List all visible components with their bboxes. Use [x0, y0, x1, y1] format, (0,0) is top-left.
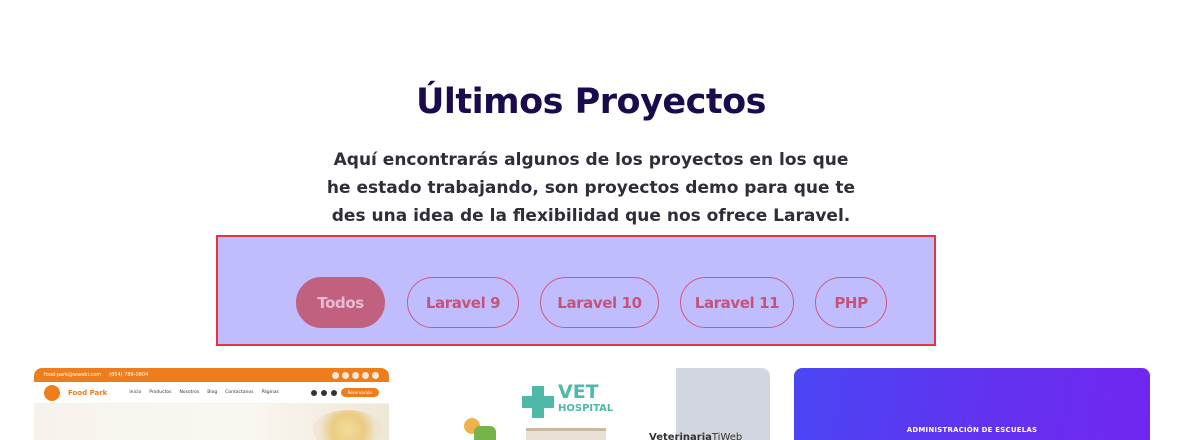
filter-laravel-9-button[interactable]: Laravel 9: [407, 277, 519, 328]
vet-logo-text: VET: [558, 381, 599, 403]
vet-caption-suffix: TiWeb: [711, 432, 743, 440]
topbar-email: food-park@wwebi.com: [44, 372, 102, 378]
nav-icons: Reservación: [310, 388, 379, 397]
project-card-vet-hospital[interactable]: VET HOSPITAL VeterinariaTiWeb: [412, 368, 770, 440]
project-card-food-park[interactable]: food-park@wwebi.com (654) 789-0804 Food …: [34, 368, 389, 440]
vet-caption: VeterinariaTiWeb: [649, 432, 742, 440]
card-hero-image: [34, 404, 389, 440]
vet-mascot-image: [460, 412, 502, 440]
social-icon: [362, 371, 369, 379]
nav-item: Productos: [149, 390, 172, 395]
brand-name: Food Park: [68, 388, 108, 397]
social-icon: [332, 371, 339, 379]
filter-laravel-11-button[interactable]: Laravel 11: [680, 277, 794, 328]
section-subtitle: Aquí encontrarás algunos de los proyecto…: [326, 150, 856, 226]
food-park-logo-icon: [44, 384, 60, 401]
project-card-school-admin[interactable]: ADMINISTRACIÓN DE ESCUELAS: [794, 368, 1150, 440]
search-icon: [310, 389, 317, 396]
filter-todos-button[interactable]: Todos: [296, 277, 385, 328]
filter-php-button[interactable]: PHP: [815, 277, 887, 328]
nav-item: Nosotros: [179, 390, 200, 395]
user-icon: [330, 389, 337, 396]
hospital-logo-text: HOSPITAL: [558, 403, 614, 414]
food-plate-image: [313, 410, 383, 440]
social-icons: [332, 371, 379, 379]
nav-item: Inicio: [129, 390, 142, 395]
filter-laravel-10-button[interactable]: Laravel 10: [540, 277, 659, 328]
vet-caption-main: Veterinaria: [649, 432, 712, 440]
clinic-building-image: [526, 428, 606, 440]
social-icon: [342, 371, 349, 379]
section-title: Últimos Proyectos: [415, 82, 767, 122]
card-side-panel: [676, 368, 770, 440]
social-icon: [352, 371, 359, 379]
social-icon: [372, 371, 379, 379]
topbar-phone: (654) 789-0804: [109, 372, 149, 378]
cart-icon: [320, 389, 327, 396]
medical-cross-icon: [522, 386, 554, 418]
project-filter-bar: Todos Laravel 9 Laravel 10 Laravel 11 PH…: [216, 235, 936, 346]
school-admin-caption: ADMINISTRACIÓN DE ESCUELAS: [906, 426, 1038, 434]
nav-item: Contactanos: [225, 390, 254, 395]
nav-item: Blog: [207, 390, 218, 395]
nav-item: Páginas: [261, 390, 279, 395]
reservation-button: Reservación: [340, 388, 379, 397]
card-topbar: food-park@wwebi.com (654) 789-0804: [34, 368, 389, 382]
card-navbar: Food Park Inicio Productos Nosotros Blog…: [34, 382, 389, 404]
